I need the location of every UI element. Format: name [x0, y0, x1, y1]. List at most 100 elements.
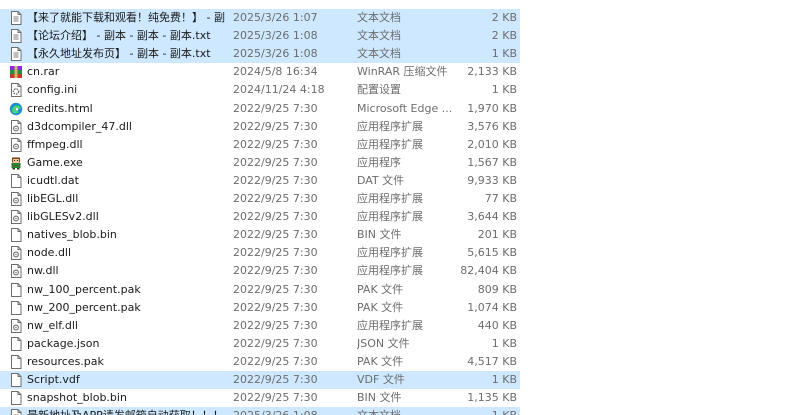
file-modified-date: 2022/9/25 7:30: [233, 173, 318, 187]
file-modified-date: 2022/9/25 7:30: [233, 300, 318, 314]
file-size: 1 KB: [491, 83, 517, 97]
file-row[interactable]: 【论坛介绍】 - 副本 - 副本 - 副本.txt 2025/3/26 1:08 文…: [0, 27, 520, 46]
file-name: package.json: [27, 336, 100, 350]
file-row[interactable]: Script.vdf 2022/9/25 7:30 VDF 文件 1 KB: [0, 371, 520, 389]
file-modified-date: 2022/9/25 7:30: [233, 246, 318, 260]
dll-file-icon: [9, 264, 23, 279]
file-modified-date: 2025/3/26 1:07: [233, 11, 318, 24]
file-modified-date: 2022/9/25 7:30: [233, 264, 318, 278]
file-row[interactable]: nw_200_percent.pak 2022/9/25 7:30 PAK 文件 1,…: [0, 299, 520, 317]
file-modified-date: 2022/9/25 7:30: [233, 228, 318, 242]
file-name: d3dcompiler_47.dll: [27, 119, 132, 133]
file-name: node.dll: [27, 246, 72, 260]
file-row[interactable]: 最新地址及APP请发邮箱自动获取！！！2025/3/26 1:08文本文档1 K…: [0, 407, 520, 415]
file-row[interactable]: Game.exe 2022/9/25 7:30 应用程序 1,567 KB: [0, 154, 520, 172]
file-size: 1,074 KB: [467, 300, 517, 314]
file-name: 【永久地址发布页】 - 副本 - 副本.txt: [27, 47, 211, 61]
file-row[interactable]: libGLESv2.dll 2022/9/25 7:30 应用程序扩展 3,644 K…: [0, 208, 520, 226]
file-name: nw_elf.dll: [27, 318, 78, 332]
file-row[interactable]: nw.dll 2022/9/25 7:30 应用程序扩展 82,404 KB: [0, 262, 520, 280]
file-row[interactable]: nw_elf.dll 2022/9/25 7:30 应用程序扩展 440 KB: [0, 317, 520, 335]
blank-file-icon: [9, 228, 23, 243]
game-exe-icon: [9, 156, 23, 170]
file-size: 9,933 KB: [467, 173, 517, 187]
file-size: 2,010 KB: [467, 137, 517, 151]
file-modified-date: 2022/9/25 7:30: [233, 336, 318, 350]
file-modified-date: 2022/9/25 7:30: [233, 210, 318, 224]
file-size: 201 KB: [477, 228, 517, 242]
file-modified-date: 2024/5/8 16:34: [233, 65, 318, 79]
text-file-icon: [9, 29, 23, 44]
file-row[interactable]: resources.pak 2022/9/25 7:30 PAK 文件 4,517 K…: [0, 353, 520, 371]
file-row[interactable]: libEGL.dll 2022/9/25 7:30 应用程序扩展 77 KB: [0, 190, 520, 208]
file-size: 1,135 KB: [467, 391, 517, 405]
file-modified-date: 2024/11/24 4:18: [233, 83, 325, 97]
file-size: 82,404 KB: [460, 264, 517, 278]
file-modified-date: 2022/9/25 7:30: [233, 101, 318, 115]
blank-file-icon: [9, 173, 23, 188]
blank-file-icon: [9, 391, 23, 406]
file-modified-date: 2022/9/25 7:30: [233, 137, 318, 151]
file-modified-date: 2022/9/25 7:30: [233, 373, 318, 386]
dll-file-icon: [9, 137, 23, 152]
file-row[interactable]: ffmpeg.dll 2022/9/25 7:30 应用程序扩展 2,010 KB: [0, 136, 520, 154]
file-name: resources.pak: [27, 354, 104, 368]
edge-icon: [9, 102, 23, 116]
file-row[interactable]: node.dll 2022/9/25 7:30 应用程序扩展 5,615 KB: [0, 244, 520, 262]
file-size: 2,133 KB: [467, 65, 517, 79]
text-file-icon: [9, 11, 23, 25]
file-size: 1 KB: [491, 373, 517, 386]
blank-file-icon: [9, 373, 23, 387]
config-file-icon: [9, 83, 23, 98]
dll-file-icon: [9, 210, 23, 225]
file-name: natives_blob.bin: [27, 228, 117, 242]
file-row[interactable]: credits.html 2022/9/25 7:30 Microsoft Edge…: [0, 100, 520, 118]
file-name: cn.rar: [27, 65, 60, 79]
file-row[interactable]: d3dcompiler_47.dll 2022/9/25 7:30 应用程序扩展 3,…: [0, 118, 520, 136]
file-row[interactable]: config.ini 2024/11/24 4:18 配置设置 1 KB: [0, 81, 520, 99]
dll-file-icon: [9, 192, 23, 206]
file-size: 3,576 KB: [467, 119, 517, 133]
dll-file-icon: [9, 246, 23, 261]
file-size: 2 KB: [491, 11, 517, 24]
file-modified-date: 2022/9/25 7:30: [233, 318, 318, 332]
file-name: 【来了就能下载和观看！纯免费！】 - 副...: [27, 11, 225, 24]
file-name: Script.vdf: [27, 373, 80, 386]
file-name: libEGL.dll: [27, 192, 79, 205]
file-modified-date: 2022/9/25 7:30: [233, 354, 318, 368]
file-name: snapshot_blob.bin: [27, 391, 127, 405]
file-row[interactable]: icudtl.dat 2022/9/25 7:30 DAT 文件 9,933 KB: [0, 172, 520, 190]
file-row[interactable]: snapshot_blob.bin 2022/9/25 7:30 BIN 文件 1,1…: [0, 389, 520, 407]
file-size: 5,615 KB: [467, 246, 517, 260]
file-name: credits.html: [27, 101, 93, 115]
file-row[interactable]: cn.rar 2024/5/8 16:34 WinRAR 压缩文件 2,133 KB: [0, 63, 520, 81]
file-modified-date: 2022/9/25 7:30: [233, 192, 318, 205]
file-row[interactable]: package.json 2022/9/25 7:30 JSON 文件 1 KB: [0, 335, 520, 353]
blank-file-icon: [9, 300, 23, 315]
file-row[interactable]: nw_100_percent.pak 2022/9/25 7:30 PAK 文件 80…: [0, 281, 520, 299]
file-modified-date: 2025/3/26 1:08: [233, 47, 318, 61]
file-name: config.ini: [27, 83, 78, 97]
file-name: 【论坛介绍】 - 副本 - 副本 - 副本.txt: [27, 29, 211, 43]
file-modified-date: 2025/3/26 1:08: [233, 29, 318, 43]
file-size: 1,567 KB: [467, 155, 517, 169]
file-name: libGLESv2.dll: [27, 210, 99, 224]
text-file-icon: [9, 47, 23, 62]
file-row[interactable]: natives_blob.bin 2022/9/25 7:30 BIN 文件 201 …: [0, 226, 520, 244]
file-modified-date: 2022/9/25 7:30: [233, 391, 318, 405]
file-name: Game.exe: [27, 155, 83, 169]
file-modified-date: 2022/9/25 7:30: [233, 155, 318, 169]
file-size: 2 KB: [491, 29, 517, 43]
file-list: 【来了就能下载和观看！纯免费！】 - 副... 2025/3/26 1:07 文本文…: [0, 0, 800, 415]
file-size: 440 KB: [477, 318, 517, 332]
file-row[interactable]: 【永久地址发布页】 - 副本 - 副本.txt 2025/3/26 1:08 文本文…: [0, 45, 520, 64]
blank-file-icon: [9, 282, 23, 297]
file-row[interactable]: 【来了就能下载和观看！纯免费！】 - 副... 2025/3/26 1:07 文本文…: [0, 9, 520, 27]
winrar-archive-icon: [9, 65, 23, 79]
file-modified-date: 2025/3/26 1:08: [233, 407, 349, 415]
dll-file-icon: [9, 119, 23, 134]
file-modified-date: 2022/9/25 7:30: [233, 119, 318, 133]
blank-file-icon: [9, 354, 23, 369]
file-size: 1 KB: [491, 336, 517, 350]
blank-file-icon: [9, 336, 23, 351]
